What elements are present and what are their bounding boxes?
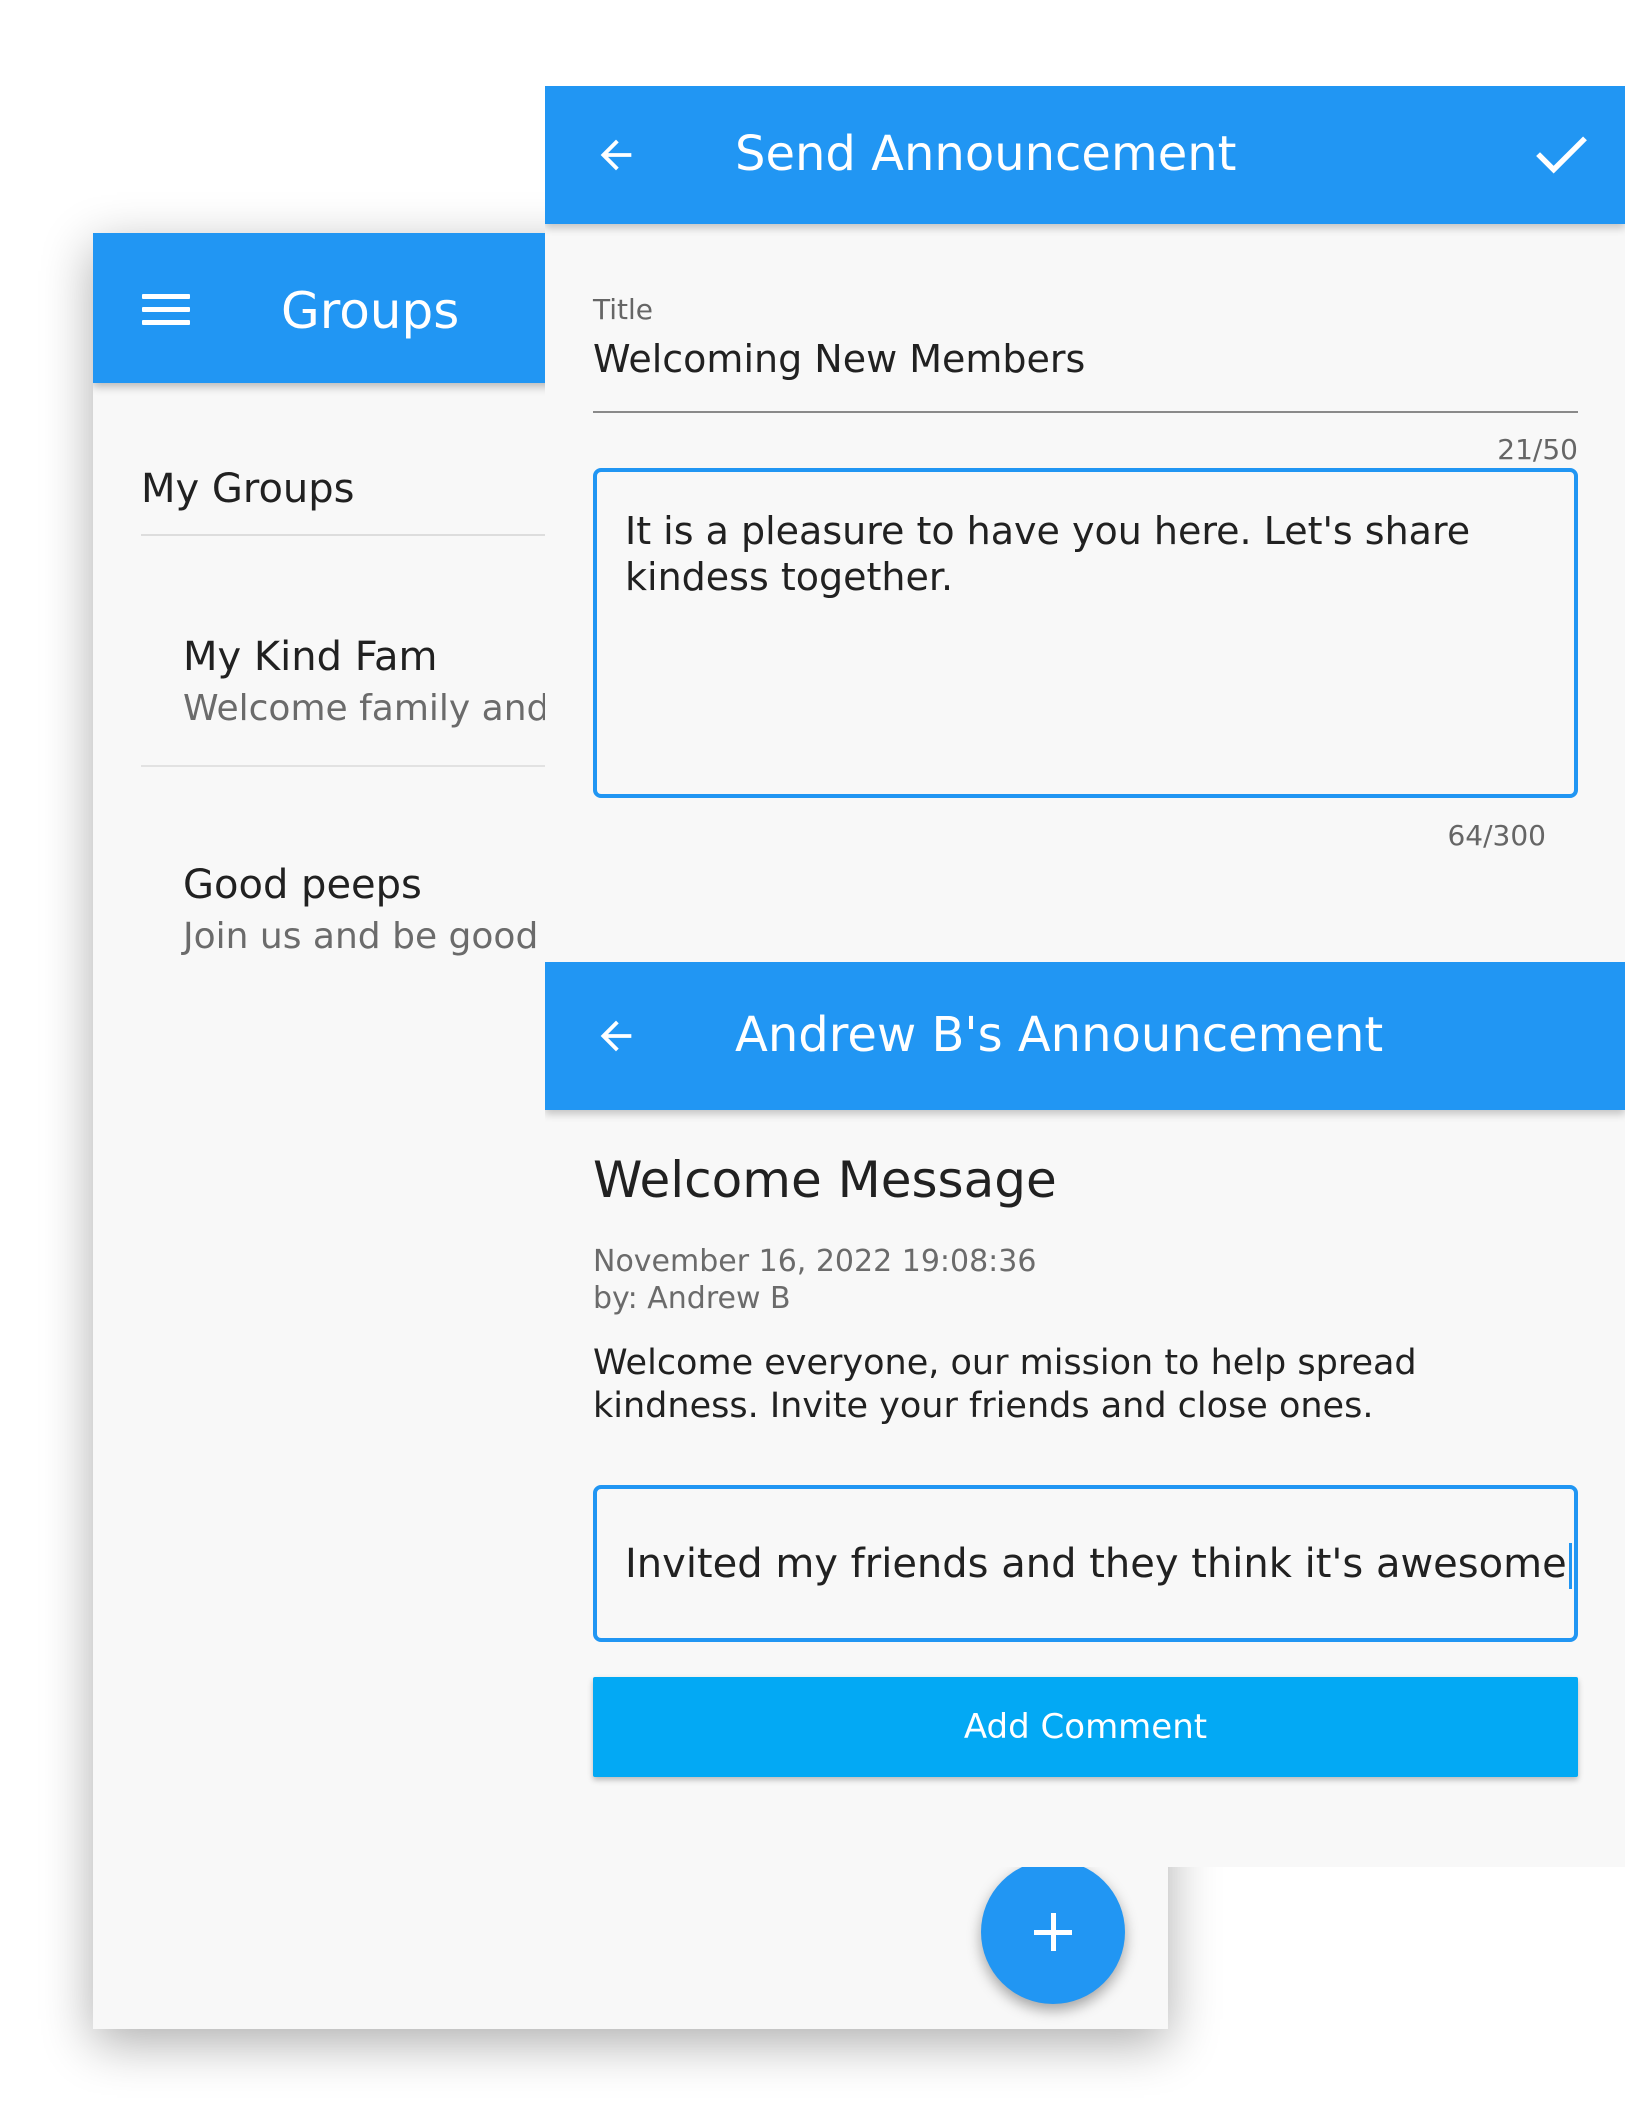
my-groups-header: My Groups xyxy=(141,466,355,512)
send-announcement-app-bar: Send Announcement xyxy=(545,86,1625,224)
title-field-label: Title xyxy=(593,293,654,326)
comment-input-text: Invited my friends and they think it's a… xyxy=(625,1539,1572,1589)
arrow-back-icon[interactable] xyxy=(593,1013,639,1059)
add-comment-button[interactable]: Add Comment xyxy=(593,1677,1578,1777)
announcement-body-input[interactable]: It is a pleasure to have you here. Let's… xyxy=(593,468,1578,798)
message-title: Welcome Message xyxy=(593,1151,1057,1209)
check-icon[interactable] xyxy=(1535,134,1587,176)
message-body: Welcome everyone, our mission to help sp… xyxy=(593,1343,1417,1426)
group-description: Welcome family and fr xyxy=(183,688,589,729)
body-char-counter: 64/300 xyxy=(1447,819,1546,852)
title-char-counter: 21/50 xyxy=(1497,433,1578,466)
message-date: November 16, 2022 19:08:36 xyxy=(593,1244,1037,1279)
arrow-back-icon[interactable] xyxy=(593,132,639,178)
announcement-title-input[interactable] xyxy=(593,334,1578,384)
announcement-detail-title: Andrew B's Announcement xyxy=(735,1007,1384,1063)
send-announcement-screen: Send Announcement Title 21/50 It is a pl… xyxy=(545,86,1625,966)
hamburger-menu-icon[interactable] xyxy=(142,294,190,326)
text-cursor xyxy=(1568,1543,1572,1589)
group-description: Join us and be good xyxy=(183,916,539,957)
groups-title: Groups xyxy=(281,282,460,340)
announcement-detail-app-bar: Andrew B's Announcement xyxy=(545,962,1625,1110)
screenshot-stage: Groups My Groups My Kind Fam Welcome fam… xyxy=(0,0,1625,2122)
add-group-fab[interactable] xyxy=(981,1860,1125,2004)
group-name: Good peeps xyxy=(183,862,422,908)
group-name: My Kind Fam xyxy=(183,634,438,680)
comment-input[interactable]: Invited my friends and they think it's a… xyxy=(593,1485,1578,1642)
announcement-body-text: It is a pleasure to have you here. Let's… xyxy=(625,509,1471,599)
message-author: by: Andrew B xyxy=(593,1281,791,1316)
announcement-detail-screen: Andrew B's Announcement Welcome Message … xyxy=(545,962,1625,1867)
comment-value: Invited my friends and they think it's a… xyxy=(625,1541,1567,1587)
title-input-underline xyxy=(593,411,1578,413)
send-announcement-title: Send Announcement xyxy=(735,126,1237,182)
